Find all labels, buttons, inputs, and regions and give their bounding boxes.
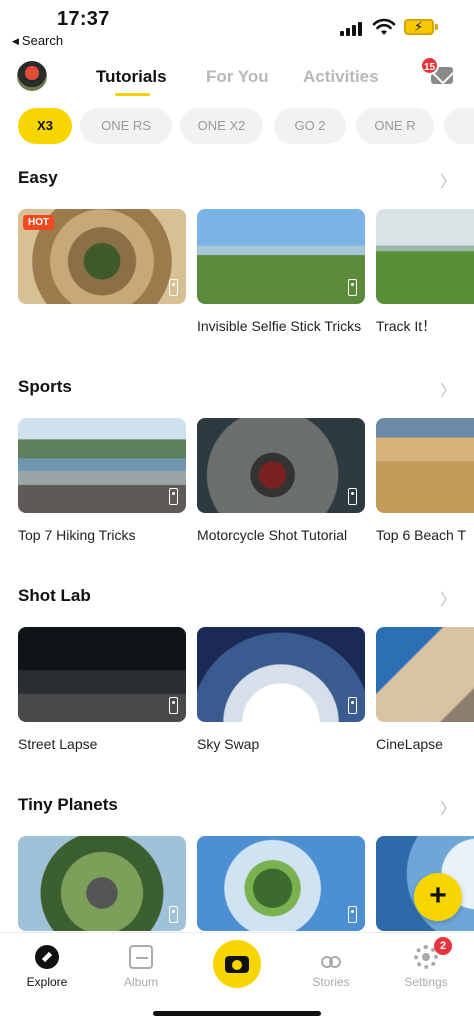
card-title: Street Lapse [18,736,98,752]
chip-one-r[interactable]: ONE R [356,108,434,144]
nav-label: Settings [404,975,448,989]
battery-cap [435,24,438,30]
back-arrow-icon: ◀ [12,36,19,46]
nav-label: Stories [312,975,350,989]
tutorial-card[interactable]: HOT [18,209,186,317]
nav-explore[interactable]: Explore [7,945,87,989]
card-title: CineLapse [376,736,443,752]
camera-360-icon [169,279,178,296]
home-indicator [153,1011,321,1016]
compass-icon [35,945,59,969]
mail-badge: 15 [420,56,439,75]
back-label: Search [21,33,64,48]
card-thumbnail [376,418,474,513]
chip-next[interactable] [444,108,474,144]
tutorial-card[interactable]: Motorcycle Shot Tutorial [197,418,365,544]
camera-360-icon [169,488,178,505]
tutorial-card[interactable]: Invisible Selfie Stick Tricks [197,209,365,335]
camera-360-icon [169,906,178,923]
card-thumbnail [197,627,365,722]
back-to-search-link[interactable]: ◀ Search [12,33,63,48]
chip-go-2[interactable]: GO 2 [274,108,346,144]
charging-bolt-icon: ⚡ [414,19,424,34]
add-fab-button[interactable]: + [414,873,462,921]
camera-360-icon [169,697,178,714]
card-row: HOT Invisible Selfie Stick Tricks Track … [0,209,474,379]
status-time: 17:37 [57,8,110,30]
section-title: Tiny Planets [18,795,118,814]
plus-icon: + [429,879,447,912]
tab-for-you[interactable]: For You [206,67,269,87]
card-title: Motorcycle Shot Tutorial [197,527,348,543]
chip-x3[interactable]: X3 [18,108,72,144]
chevron-right-icon[interactable]: 〉 [440,795,456,819]
card-title: Sky Swap [197,736,260,752]
active-tab-indicator [115,93,150,96]
tab-tutorials[interactable]: Tutorials [96,67,167,87]
card-thumbnail [376,627,474,722]
avatar[interactable] [17,61,47,91]
card-title: Top 7 Hiking Tricks [18,527,136,543]
card-thumbnail [376,209,474,304]
card-thumbnail [18,836,186,931]
chip-one-rs[interactable]: ONE RS [80,108,172,144]
section-title: Sports [18,377,72,396]
chevron-right-icon[interactable]: 〉 [440,586,456,610]
nav-album[interactable]: Album [101,945,181,989]
chevron-right-icon[interactable]: 〉 [440,377,456,401]
chevron-right-icon[interactable]: 〉 [440,168,456,192]
card-thumbnail [197,209,365,304]
tutorial-card[interactable]: CineLapse [376,627,474,753]
tutorial-card[interactable] [18,836,186,931]
card-thumbnail: HOT [18,209,186,304]
nav-settings[interactable]: Settings [386,945,466,989]
hot-badge: HOT [23,215,55,230]
card-thumbnail [197,836,365,931]
settings-badge: 2 [434,937,452,955]
camera-360-icon [348,906,357,923]
card-title: Invisible Selfie Stick Tricks [197,318,362,334]
section-title: Easy [18,168,58,187]
tutorial-card[interactable]: Street Lapse [18,627,186,753]
nav-label: Album [123,975,158,989]
camera-360-icon [348,279,357,296]
section-title: Shot Lab [18,586,91,605]
card-row [0,836,474,932]
card-thumbnail [197,418,365,513]
camera-button[interactable] [213,940,261,988]
camera-360-icon [348,697,357,714]
camera-360-icon [348,488,357,505]
tutorial-card[interactable]: Track It！ [376,209,474,335]
tutorial-card[interactable]: Top 6 Beach T [376,418,474,544]
camera-model-chips: X3 ONE RS ONE X2 GO 2 ONE R [0,108,474,148]
tutorial-card[interactable] [197,836,365,931]
card-thumbnail [18,418,186,513]
camera-icon [225,956,249,973]
card-thumbnail [18,627,186,722]
tab-activities[interactable]: Activities [303,67,379,87]
card-row: Top 7 Hiking Tricks Motorcycle Shot Tuto… [0,418,474,588]
cellular-signal-icon [340,22,364,36]
nav-label: Explore [26,975,68,989]
wifi-icon [372,18,396,35]
status-bar: 17:37 ◀ Search ⚡ [0,0,474,54]
card-title: Track It！ [376,318,437,334]
nav-stories[interactable]: Stories [291,945,371,989]
scissors-icon [319,945,343,969]
battery-icon: ⚡ [404,19,434,35]
tutorial-card[interactable]: Top 7 Hiking Tricks [18,418,186,544]
card-title: Top 6 Beach T [376,527,467,543]
chip-one-x2[interactable]: ONE X2 [180,108,263,144]
album-icon [129,945,153,969]
top-header: Tutorials For You Activities 15 [0,55,474,99]
tutorial-card[interactable]: Sky Swap [197,627,365,753]
card-row: Street Lapse Sky Swap CineLapse [0,627,474,797]
